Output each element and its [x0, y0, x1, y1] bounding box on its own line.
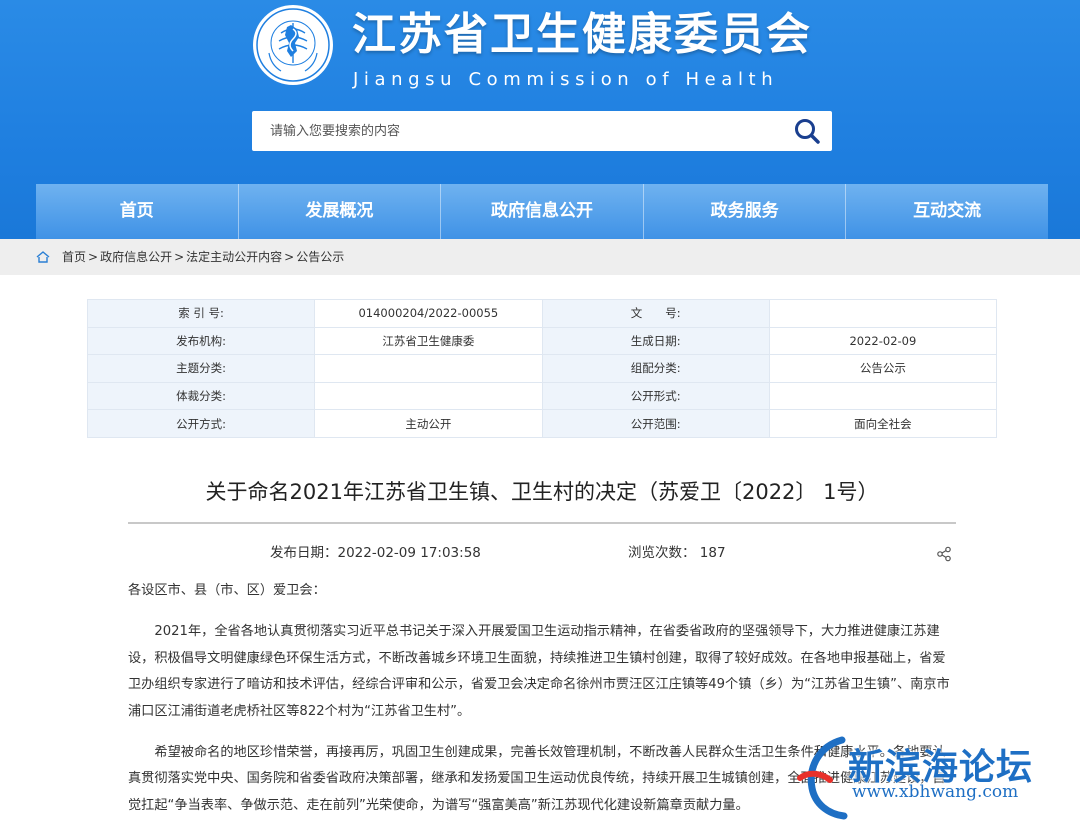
search-button[interactable] [792, 116, 822, 146]
document-meta-table: 索 引 号: 014000204/2022-00055 文 号: 发布机构: 江… [86, 299, 998, 438]
meta-value: 面向全社会 [768, 409, 998, 438]
breadcrumb-separator: > [88, 250, 99, 264]
meta-label: 发布机构: [86, 326, 316, 356]
site-header: 江苏省卫生健康委员会 Jiangsu Commission of Health … [0, 0, 1080, 239]
meta-label: 公开形式: [541, 381, 770, 411]
site-logo[interactable] [251, 3, 335, 87]
article-title: 关于命名2021年江苏省卫生镇、卫生村的决定（苏爱卫〔2022〕 1号） [205, 480, 879, 504]
meta-label: 文 号: [541, 299, 770, 328]
breadcrumb: 首页 > 政府信息公开 > 法定主动公开内容 > 公告公示 [36, 239, 344, 275]
breadcrumb-gov-info[interactable]: 政府信息公开 [100, 239, 172, 275]
meta-label: 组配分类: [541, 354, 770, 383]
breadcrumb-home[interactable]: 首页 [62, 239, 86, 275]
main-nav: 首页 发展概况 政府信息公开 政务服务 互动交流 [36, 184, 1048, 239]
article-body: 各设区市、县（市、区）爱卫会： 2021年，全省各地认真贯彻落实习近平总书记关于… [128, 578, 956, 834]
meta-value: 公告公示 [768, 354, 998, 383]
meta-label: 生成日期: [541, 326, 770, 356]
site-subtitle: Jiangsu Commission of Health [353, 69, 779, 90]
meta-label: 公开范围: [541, 409, 770, 438]
site-title: 江苏省卫生健康委员会 [352, 9, 812, 60]
meta-value: 2022-02-09 [768, 326, 998, 356]
meta-label: 索 引 号: [86, 299, 316, 328]
table-row: 公开方式: 主动公开 公开范围: 面向全社会 [86, 409, 998, 438]
home-icon [36, 250, 50, 264]
meta-value: 江苏省卫生健康委 [314, 326, 543, 356]
meta-value [314, 381, 543, 411]
title-divider [128, 522, 956, 524]
breadcrumb-notice[interactable]: 公告公示 [296, 239, 344, 275]
view-count: 浏览次数： 187 [628, 545, 726, 561]
breadcrumb-statutory[interactable]: 法定主动公开内容 [186, 239, 282, 275]
meta-value [768, 381, 998, 411]
article-salutation: 各设区市、县（市、区）爱卫会： [128, 583, 326, 598]
meta-value: 主动公开 [314, 409, 543, 438]
logo-emblem-icon [253, 5, 333, 85]
nav-item-home[interactable]: 首页 [36, 184, 239, 239]
table-row: 主题分类: 组配分类: 公告公示 [86, 354, 998, 383]
nav-item-services[interactable]: 政务服务 [643, 184, 847, 239]
publish-date: 发布日期：2022-02-09 17:03:58 [270, 545, 481, 561]
nav-item-gov-info[interactable]: 政府信息公开 [441, 184, 644, 239]
article-paragraph: 2021年，全省各地认真贯彻落实习近平总书记关于深入开展爱国卫生运动指示精神，在… [128, 624, 950, 719]
search-icon [795, 119, 820, 144]
share-icon[interactable] [936, 545, 952, 562]
table-row: 体裁分类: 公开形式: [86, 381, 998, 411]
meta-value [768, 299, 998, 328]
breadcrumb-bar: 首页 > 政府信息公开 > 法定主动公开内容 > 公告公示 [0, 239, 1080, 275]
meta-value: 014000204/2022-00055 [314, 299, 543, 328]
search-input[interactable] [252, 111, 772, 151]
article-paragraph: 希望被命名的地区珍惜荣誉，再接再厉，巩固卫生创建成果，完善长效管理机制，不断改善… [128, 744, 946, 813]
meta-label: 公开方式: [86, 409, 316, 438]
meta-value [314, 354, 543, 383]
search-box [252, 111, 832, 151]
breadcrumb-separator: > [174, 250, 185, 264]
article-info-row: 发布日期：2022-02-09 17:03:58 浏览次数： 187 [128, 540, 956, 566]
nav-item-interaction[interactable]: 互动交流 [846, 184, 1048, 239]
nav-item-development[interactable]: 发展概况 [238, 184, 442, 239]
meta-label: 主题分类: [86, 354, 316, 383]
meta-label: 体裁分类: [86, 381, 316, 411]
table-row: 发布机构: 江苏省卫生健康委 生成日期: 2022-02-09 [86, 326, 998, 356]
table-row: 索 引 号: 014000204/2022-00055 文 号: [86, 299, 998, 328]
breadcrumb-separator: > [284, 250, 295, 264]
